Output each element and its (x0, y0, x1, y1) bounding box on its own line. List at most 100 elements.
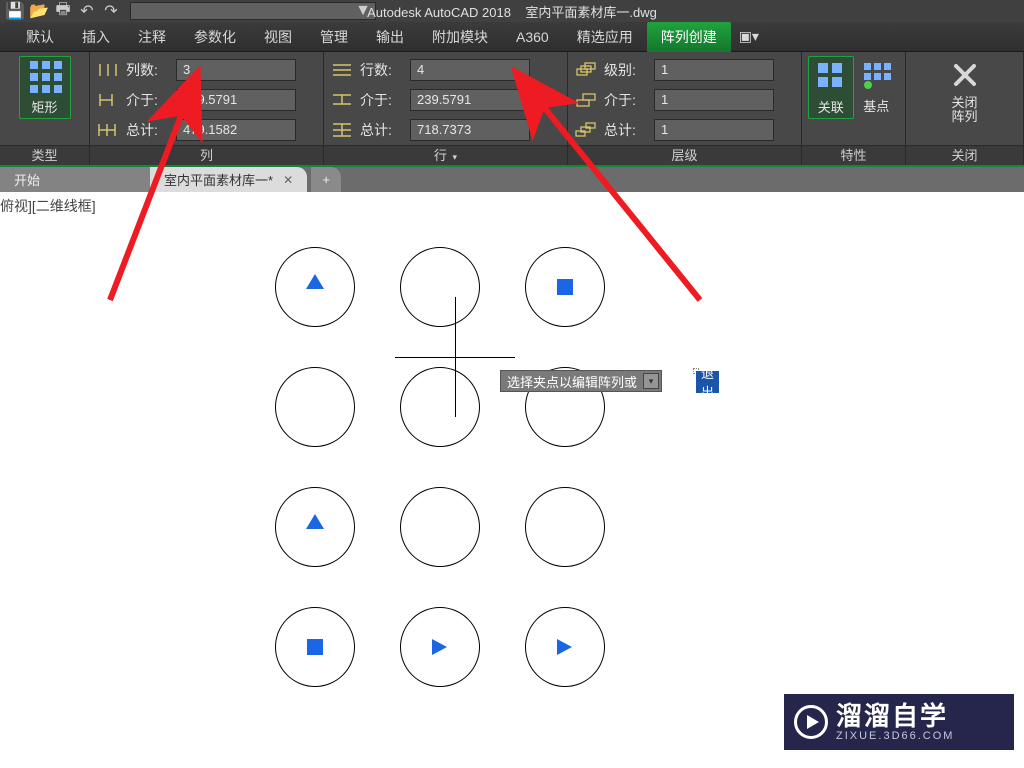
levels-between-label: 介于: (604, 90, 648, 110)
levels-count-icon (574, 60, 598, 80)
levels-between-input[interactable] (654, 89, 774, 111)
basepoint-icon (859, 58, 893, 92)
columns-total-label: 总计: (126, 120, 170, 140)
columns-between-icon (96, 90, 120, 110)
watermark-url: ZIXUE.3D66.COM (836, 730, 954, 742)
app-name: Autodesk AutoCAD 2018 (367, 5, 511, 20)
grip-square[interactable] (557, 279, 573, 295)
rows-total-label: 总计: (360, 120, 404, 140)
rows-total-icon (330, 120, 354, 140)
qat-print-icon[interactable]: 🖶 (54, 2, 72, 20)
levels-total-label: 总计: (604, 120, 648, 140)
rows-between-input[interactable] (410, 89, 530, 111)
levels-count-label: 级别: (604, 60, 648, 80)
array-item[interactable] (400, 367, 480, 447)
columns-count-label: 列数: (126, 60, 170, 80)
document-tabs: 开始 室内平面素材库一* ✕ + (0, 167, 1024, 192)
basepoint-button[interactable]: 基点 (854, 56, 899, 117)
tab-close-icon[interactable]: ✕ (283, 173, 293, 187)
tab-start[interactable]: 开始 (0, 167, 150, 192)
panel-columns-label: 列 (90, 145, 323, 165)
qat-redo-icon[interactable]: ↷ (102, 2, 120, 20)
grip-square[interactable] (307, 639, 323, 655)
qat-save-icon[interactable]: 💾 (6, 2, 24, 20)
panel-close-label: 关闭 (906, 145, 1023, 165)
levels-count-input[interactable] (654, 59, 774, 81)
tab-a360[interactable]: A360 (502, 24, 563, 50)
columns-count-input[interactable] (176, 59, 296, 81)
rows-between-icon (330, 90, 354, 110)
panel-properties: 关联 基点 特性 (802, 52, 906, 165)
panel-type-label: 类型 (0, 145, 89, 165)
close-icon (948, 58, 982, 92)
panel-close: 关闭 阵列 关闭 (906, 52, 1024, 165)
tab-manage[interactable]: 管理 (306, 22, 362, 52)
panel-rows-label[interactable]: 行 ▾ (324, 145, 567, 165)
exit-option-wrap: 退出 (693, 368, 699, 374)
associative-label: 关联 (818, 97, 844, 116)
plus-icon: + (322, 172, 330, 187)
array-item[interactable] (400, 487, 480, 567)
viewport-label[interactable]: 俯视][二维线框] (0, 196, 96, 216)
array-item[interactable] (400, 247, 480, 327)
grip-triangle-up[interactable] (306, 514, 324, 529)
play-icon (794, 705, 828, 739)
tab-parametric[interactable]: 参数化 (180, 22, 250, 52)
exit-option[interactable]: 退出 (696, 371, 719, 393)
array-rectangular-button[interactable]: 矩形 (19, 56, 71, 119)
tab-addins[interactable]: 附加模块 (418, 22, 502, 52)
dynamic-input-tooltip: 选择夹点以编辑阵列或 ▾ (500, 370, 662, 392)
tab-default[interactable]: 默认 (12, 22, 68, 52)
tab-document-label: 室内平面素材库一* (164, 170, 273, 189)
tooltip-dropdown-icon[interactable]: ▾ (643, 373, 659, 389)
levels-between-icon (574, 90, 598, 110)
columns-between-label: 介于: (126, 90, 170, 110)
tab-new-button[interactable]: + (311, 167, 341, 192)
columns-total-input[interactable] (176, 119, 296, 141)
rows-count-icon (330, 60, 354, 80)
grip-triangle-up[interactable] (306, 274, 324, 289)
watermark: 溜溜自学 ZIXUE.3D66.COM (784, 694, 1014, 750)
tab-options-icon[interactable]: ▣▾ (731, 23, 767, 50)
close-array-button[interactable]: 关闭 阵列 (937, 56, 993, 127)
tab-document-active[interactable]: 室内平面素材库一* ✕ (150, 167, 307, 192)
tab-array-create[interactable]: 阵列创建 (647, 22, 731, 52)
columns-between-input[interactable] (176, 89, 296, 111)
array-item[interactable] (525, 487, 605, 567)
grip-triangle-right[interactable] (557, 639, 572, 655)
file-name: 室内平面素材库一.dwg (525, 5, 656, 20)
associative-icon (814, 59, 848, 93)
tab-featured[interactable]: 精选应用 (563, 22, 647, 52)
columns-total-icon (96, 120, 120, 140)
rect-btn-label: 矩形 (31, 97, 57, 116)
rows-total-input[interactable] (410, 119, 530, 141)
quick-access-toolbar: 💾 📂 🖶 ↶ ↷ ▼ Autodesk AutoCAD 2018 室内平面素材… (0, 0, 1024, 22)
ribbon: 矩形 类型 列数: 介于: 总计: (0, 52, 1024, 167)
rows-count-input[interactable] (410, 59, 530, 81)
rows-count-label: 行数: (360, 60, 404, 80)
qat-open-icon[interactable]: 📂 (30, 2, 48, 20)
tab-output[interactable]: 输出 (362, 22, 418, 52)
levels-total-input[interactable] (654, 119, 774, 141)
grip-triangle-right[interactable] (432, 639, 447, 655)
tooltip-text: 选择夹点以编辑阵列或 (507, 372, 637, 391)
rows-between-label: 介于: (360, 90, 404, 110)
chevron-down-icon: ▾ (453, 152, 458, 162)
ribbon-tabs: 默认 插入 注释 参数化 视图 管理 输出 附加模块 A360 精选应用 阵列创… (0, 22, 1024, 52)
basepoint-label: 基点 (863, 96, 889, 115)
tab-annotate[interactable]: 注释 (124, 22, 180, 52)
levels-total-icon (574, 120, 598, 140)
rectangular-array-icon (28, 59, 62, 93)
panel-columns: 列数: 介于: 总计: 列 (90, 52, 324, 165)
array-item[interactable] (275, 367, 355, 447)
tab-insert[interactable]: 插入 (68, 22, 124, 52)
tab-view[interactable]: 视图 (250, 22, 306, 52)
qat-undo-icon[interactable]: ↶ (78, 2, 96, 20)
associative-button[interactable]: 关联 (808, 56, 854, 119)
panel-properties-label: 特性 (802, 145, 905, 165)
panel-levels: 级别: 介于: 总计: 层级 (568, 52, 802, 165)
panel-type: 矩形 类型 (0, 52, 90, 165)
qat-workspace-dropdown[interactable]: ▼ (130, 2, 376, 20)
watermark-brand: 溜溜自学 (836, 702, 954, 731)
drawing-canvas[interactable]: 俯视][二维线框] 选择夹点以编辑阵列或 ▾ 退出 溜溜自学 ZIXUE.3D6… (0, 192, 1024, 768)
